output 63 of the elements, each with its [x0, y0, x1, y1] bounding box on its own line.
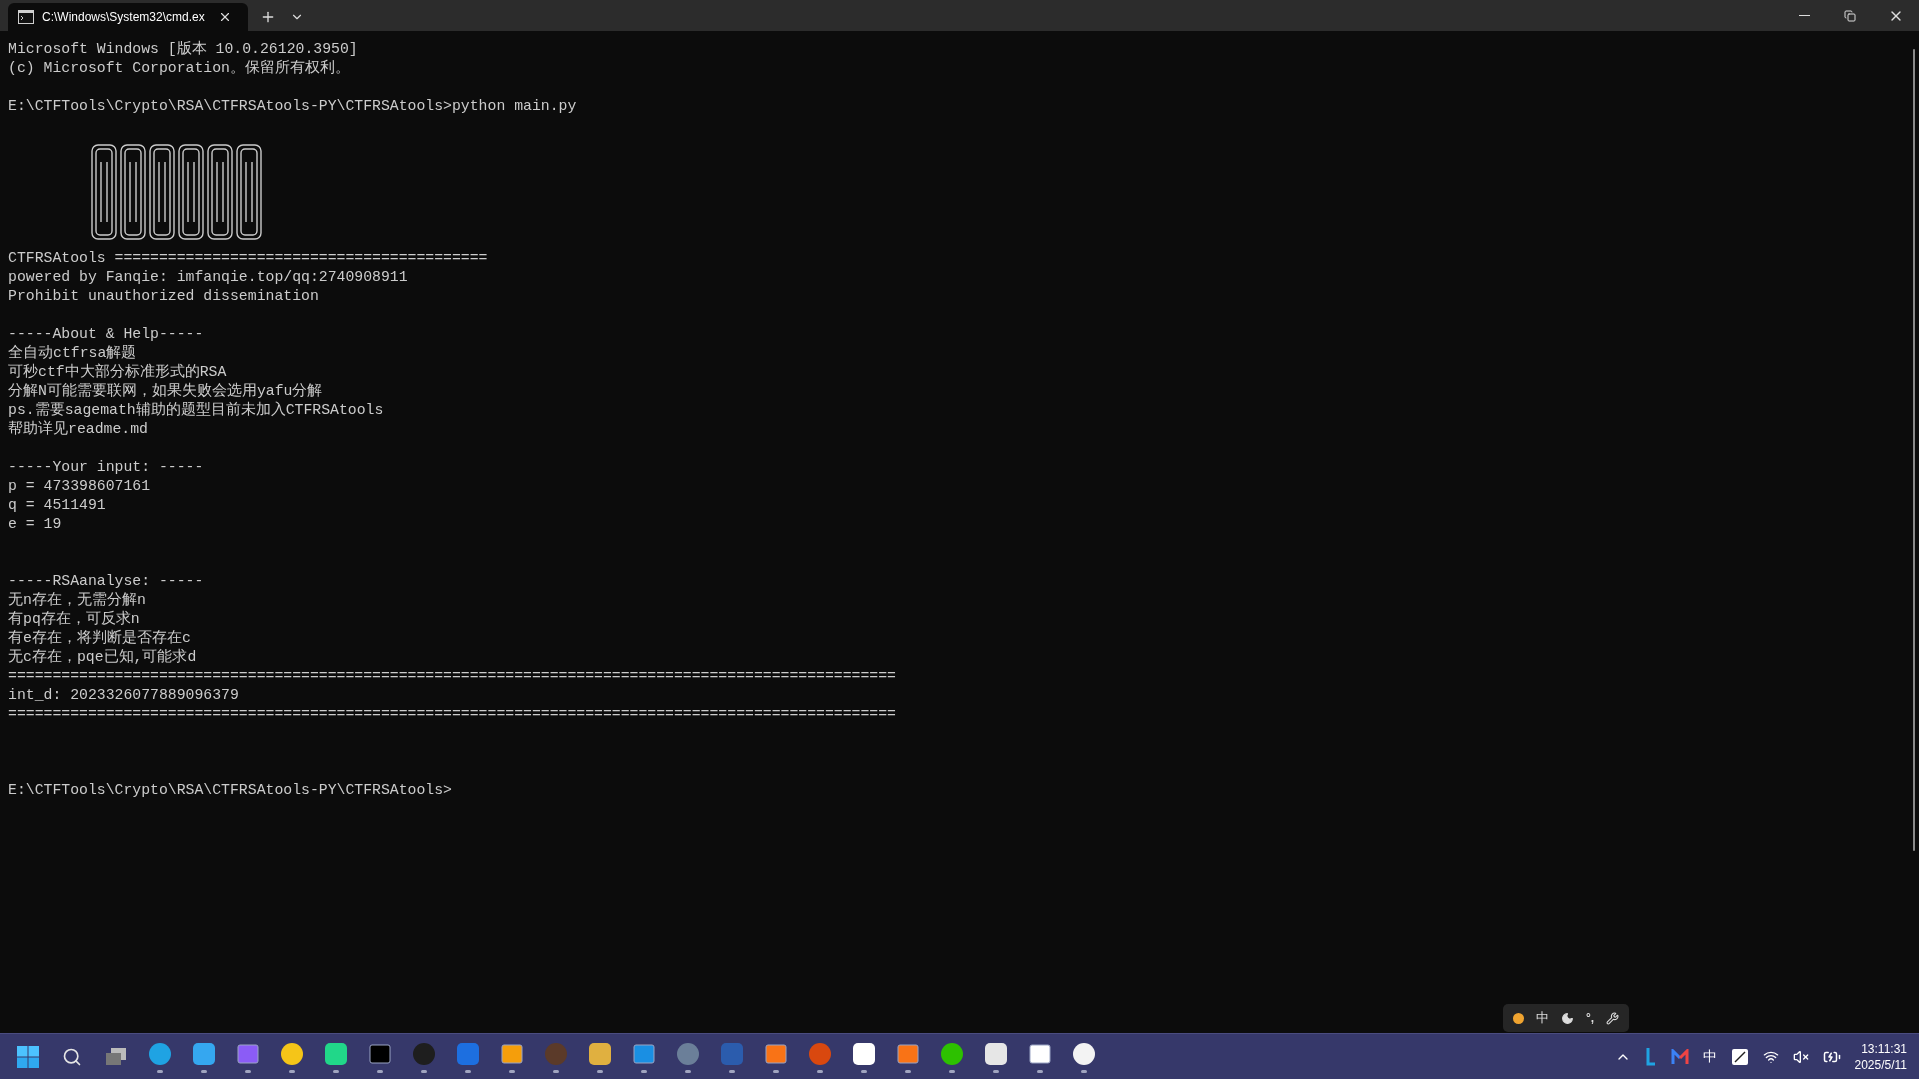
app-icon: [543, 1040, 569, 1067]
app-icon: [587, 1040, 613, 1067]
app-icon: [675, 1040, 701, 1067]
terminal-line: 无c存在，pqe已知,可能求d: [8, 648, 197, 667]
terminal-line: ====================================================================================================: [8, 667, 896, 686]
terminal-line: 有e存在，将判断是否存在c: [8, 629, 191, 648]
restore-icon: [1844, 9, 1856, 22]
app-icon: [939, 1040, 965, 1067]
wrench-icon[interactable]: [1606, 1011, 1620, 1025]
terminal-tab[interactable]: C:\Windows\System32\cmd.ex: [8, 3, 248, 31]
app-icon: [411, 1040, 437, 1067]
terminal-line: p = 473398607161: [8, 477, 151, 496]
app-icon: [851, 1040, 877, 1067]
terminal-line: e = 19: [8, 515, 62, 534]
minimize-icon: [1798, 15, 1810, 16]
muted-speaker-icon[interactable]: [1792, 1048, 1809, 1065]
terminal-line: E:\CTFTools\Crypto\RSA\CTFRSAtools-PY\CTFRSAtools>: [8, 781, 452, 800]
app-icon: [279, 1040, 305, 1067]
input-method-indicator[interactable]: 中: [1702, 1046, 1717, 1067]
app-icon: [1071, 1040, 1097, 1067]
terminal-line: E:\CTFTools\Crypto\RSA\CTFRSAtools-PY\CTFRSAtools>python main.py: [8, 97, 577, 116]
app-icon: [807, 1040, 833, 1067]
terminal-line: int_d: 2023326077889096379: [8, 686, 239, 705]
punctuation-toggle[interactable]: °,: [1586, 1009, 1595, 1027]
m-app-icon[interactable]: [1670, 1048, 1689, 1065]
app-icon: [147, 1040, 173, 1067]
tab-title: C:\Windows\System32\cmd.ex: [42, 9, 206, 26]
terminal-line: 可秒ctf中大部分标准形式的RSA: [8, 363, 227, 382]
terminal-line: Microsoft Windows [版本 10.0.26120.3950]: [8, 40, 358, 59]
clock-time: 13:11:31: [1861, 1040, 1907, 1057]
app-icon: [983, 1040, 1009, 1067]
search-icon: [62, 1046, 82, 1067]
terminal-line: 帮助详见readme.md: [8, 420, 148, 439]
console-icon: [18, 10, 34, 24]
windows-icon: [17, 1045, 39, 1068]
terminal-line: ps.需要sagemath辅助的题型目前未加入CTFRSAtools: [8, 401, 384, 420]
scrollbar[interactable]: [1913, 49, 1915, 851]
clock[interactable]: 13:11:31 2025/5/11: [1854, 1040, 1907, 1073]
task-view-icon: [105, 1046, 127, 1067]
terminal-line: Prohibit unauthorized dissemination: [8, 287, 319, 306]
app-icon: [191, 1040, 217, 1067]
terminal-line: powered by Fanqie: imfanqie.top/qq:2740908911: [8, 268, 408, 287]
close-icon[interactable]: [218, 10, 232, 24]
clock-date: 2025/5/11: [1854, 1056, 1907, 1073]
moon-icon[interactable]: [1561, 1011, 1574, 1025]
input-mode-toggle[interactable]: 中: [1536, 1008, 1549, 1028]
terminal-line: ====================================================================================================: [8, 705, 896, 724]
app-icon: [719, 1040, 745, 1067]
terminal-line: (c) Microsoft Corporation。保留所有权利。: [8, 59, 350, 78]
terminal-line: -----About & Help-----: [8, 325, 204, 344]
app-icon: [323, 1040, 349, 1067]
terminal-line: -----Your input: -----: [8, 458, 204, 477]
terminal-line: -----RSAanalyse: -----: [8, 572, 204, 591]
l-app-icon[interactable]: [1644, 1046, 1657, 1067]
pen-app-icon[interactable]: [1730, 1047, 1749, 1066]
new-tab-icon[interactable]: [260, 9, 276, 25]
app-icon: [455, 1040, 481, 1067]
terminal-line: q = 4511491: [8, 496, 106, 515]
terminal-line: CTFRSAtools ==========================================: [8, 249, 488, 268]
terminal-line: 无n存在，无需分解n: [8, 591, 146, 610]
terminal-line: 有pq存在，可反求n: [8, 610, 140, 629]
terminal-line: 分解N可能需要联网，如果失败会选用yafu分解: [8, 382, 323, 401]
terminal-line: 全自动ctfrsa解题: [8, 344, 137, 363]
